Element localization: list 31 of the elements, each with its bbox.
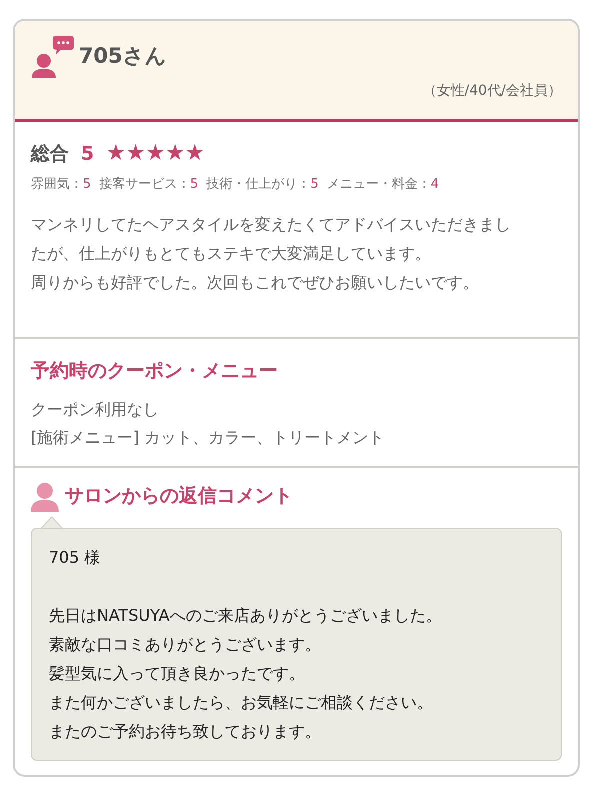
rating-label: 接客サービス： bbox=[99, 176, 190, 194]
rating-label: 技術・仕上がり： bbox=[206, 176, 311, 194]
reply-greeting: 705 様 bbox=[49, 546, 102, 568]
reply-line: また何かございましたら、お気軽にご相談ください。 bbox=[49, 692, 434, 714]
star-icon: ★ bbox=[146, 143, 166, 166]
reviewer-name: 705さん bbox=[79, 43, 167, 70]
rating-score: 5 bbox=[310, 176, 319, 194]
coupon-line: クーポン利用なし bbox=[31, 398, 160, 420]
rating-label: 雰囲気： bbox=[31, 176, 83, 194]
rating-score: 5 bbox=[83, 176, 92, 194]
star-icon: ★ bbox=[106, 143, 126, 166]
overall-label: 総合 bbox=[31, 142, 69, 167]
coupon-line: [施術メニュー] カット、カラー、トリートメント bbox=[31, 426, 386, 448]
star-icon: ★ bbox=[185, 143, 205, 166]
reply-line: 髪型気に入って頂き良かったです。 bbox=[49, 662, 306, 684]
rating-label: メニュー・料金： bbox=[326, 176, 431, 194]
reply-line: 先日はNATSUYAへのご来店ありがとうございました。 bbox=[49, 604, 443, 626]
reply-line: またのご予約お待ち致しております。 bbox=[49, 720, 322, 742]
coupon-title: 予約時のクーポン・メニュー bbox=[31, 359, 279, 384]
review-comment: マンネリしてたヘアスタイルを変えたくてアドバイスいただきましたが、仕上がりもとてもステキで大変満足しています。 bbox=[31, 214, 512, 265]
rating-score: 5 bbox=[190, 176, 199, 194]
person-icon bbox=[31, 482, 59, 512]
reply-line: 素敵な口コミありがとうございます。 bbox=[49, 634, 322, 656]
reply-title: サロンからの返信コメント bbox=[65, 484, 293, 510]
reviewer-profile: （女性/40代/会社員） bbox=[422, 82, 562, 101]
person-speech-icon bbox=[31, 35, 75, 79]
overall-score: 5 bbox=[81, 142, 94, 167]
review-comment: 周りからも好評でした。次回もこれでぜひお願いしたいです。 bbox=[31, 272, 480, 294]
star-icon: ★ bbox=[165, 143, 186, 166]
star-icon: ★ bbox=[126, 143, 146, 166]
rating-score: 4 bbox=[430, 176, 440, 194]
